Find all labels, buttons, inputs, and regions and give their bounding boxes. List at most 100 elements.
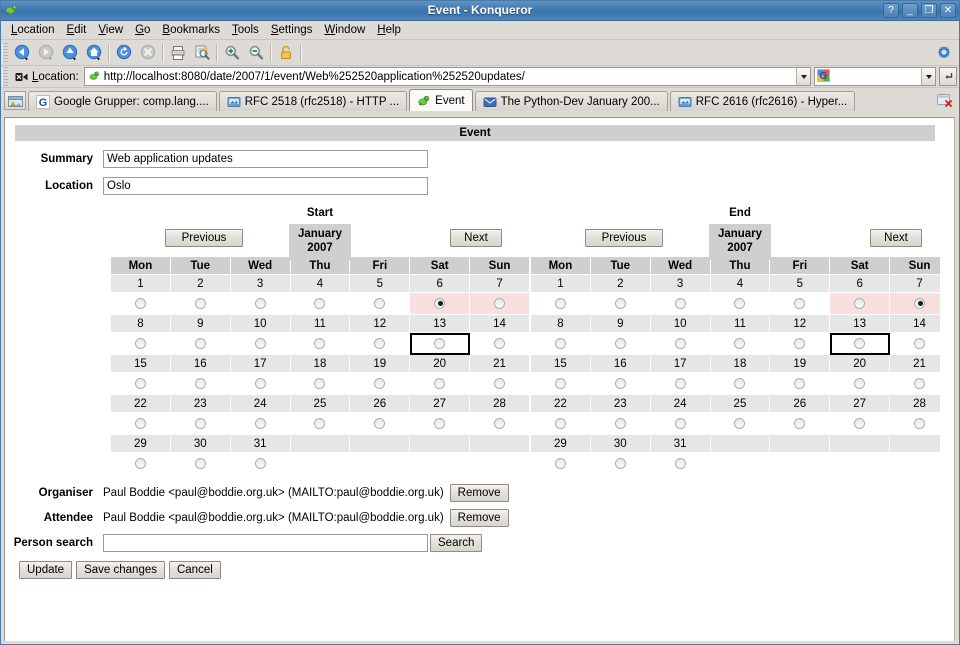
day-radio-11[interactable]	[314, 338, 325, 349]
day-radio-30[interactable]	[195, 458, 206, 469]
zoom-in-icon[interactable]	[220, 41, 244, 65]
location-input[interactable]: Oslo	[103, 177, 428, 195]
locationbar-grip[interactable]	[2, 67, 8, 87]
day-radio-15[interactable]	[555, 378, 566, 389]
day-radio-26[interactable]	[374, 418, 385, 429]
calendar-day-radio-cell[interactable]	[710, 373, 770, 395]
calendar-day-radio-cell[interactable]	[890, 333, 940, 355]
day-radio-11[interactable]	[734, 338, 745, 349]
calendar-day-radio-cell[interactable]	[170, 333, 230, 355]
calendar-day-radio-cell[interactable]	[830, 373, 890, 395]
calendar-day-radio-cell[interactable]	[590, 413, 650, 435]
configure-icon[interactable]	[933, 42, 955, 64]
day-radio-16[interactable]	[195, 378, 206, 389]
menu-window[interactable]: Window	[318, 22, 371, 38]
day-radio-9[interactable]	[195, 338, 206, 349]
calendar-day-radio-cell[interactable]	[170, 293, 230, 315]
calendar-day-radio-cell[interactable]	[410, 373, 470, 395]
update-button[interactable]: Update	[19, 561, 72, 579]
day-radio-26[interactable]	[794, 418, 805, 429]
calendar-day-radio-cell[interactable]	[111, 413, 171, 435]
day-radio-25[interactable]	[734, 418, 745, 429]
tab-event[interactable]: Event	[409, 89, 472, 111]
day-radio-2[interactable]	[615, 298, 626, 309]
up-icon[interactable]	[58, 41, 82, 65]
calendar-day-radio-cell[interactable]	[770, 333, 830, 355]
calendar-day-radio-cell[interactable]	[770, 293, 830, 315]
menu-go[interactable]: Go	[129, 22, 156, 38]
day-radio-9[interactable]	[615, 338, 626, 349]
calendar-day-radio-cell[interactable]	[350, 413, 410, 435]
day-radio-8[interactable]	[555, 338, 566, 349]
calendar-day-radio-cell[interactable]	[590, 333, 650, 355]
day-radio-3[interactable]	[675, 298, 686, 309]
url-dropdown-arrow[interactable]	[796, 68, 810, 85]
menu-tools[interactable]: Tools	[226, 22, 265, 38]
day-radio-14[interactable]	[914, 338, 925, 349]
url-combobox[interactable]: http://localhost:8080/date/2007/1/event/…	[84, 67, 811, 86]
calendar-day-radio-cell[interactable]	[230, 453, 290, 475]
calendar-day-radio-cell[interactable]	[710, 333, 770, 355]
menu-view[interactable]: View	[92, 22, 129, 38]
search-dropdown-arrow[interactable]	[921, 68, 935, 85]
day-radio-14[interactable]	[494, 338, 505, 349]
calendar-day-radio-cell[interactable]	[290, 413, 350, 435]
day-radio-6[interactable]	[854, 298, 865, 309]
day-radio-28[interactable]	[494, 418, 505, 429]
day-radio-27[interactable]	[854, 418, 865, 429]
minimize-button[interactable]: _	[902, 3, 918, 18]
calendar-day-radio-cell[interactable]	[590, 453, 650, 475]
person-search-button[interactable]: Search	[430, 534, 482, 552]
calendar-day-radio-cell[interactable]	[531, 333, 591, 355]
day-radio-29[interactable]	[555, 458, 566, 469]
stop-icon[interactable]	[136, 41, 160, 65]
day-radio-25[interactable]	[314, 418, 325, 429]
day-radio-20[interactable]	[854, 378, 865, 389]
day-radio-18[interactable]	[314, 378, 325, 389]
day-radio-10[interactable]	[255, 338, 266, 349]
calendar-day-radio-cell[interactable]	[350, 373, 410, 395]
day-radio-20[interactable]	[434, 378, 445, 389]
menu-bookmarks[interactable]: Bookmarks	[156, 22, 226, 38]
print-icon[interactable]	[166, 41, 190, 65]
lock-icon[interactable]	[274, 41, 298, 65]
calendar-day-radio-cell[interactable]	[230, 293, 290, 315]
organiser-remove-button[interactable]: Remove	[450, 484, 509, 502]
clear-location-icon[interactable]	[14, 70, 28, 84]
home-icon[interactable]	[82, 41, 106, 65]
vertical-scrollbar[interactable]	[954, 117, 959, 643]
calendar-day-radio-cell[interactable]	[531, 373, 591, 395]
save-changes-button[interactable]: Save changes	[76, 561, 165, 579]
person-search-input[interactable]	[103, 534, 428, 552]
day-radio-7[interactable]	[494, 298, 505, 309]
day-radio-17[interactable]	[675, 378, 686, 389]
day-radio-13[interactable]	[434, 338, 445, 349]
day-radio-15[interactable]	[135, 378, 146, 389]
maximize-button[interactable]: ❐	[921, 3, 937, 18]
calendar-day-radio-cell[interactable]	[650, 453, 710, 475]
calendar-day-radio-cell[interactable]	[470, 333, 530, 355]
day-radio-10[interactable]	[675, 338, 686, 349]
calendar-day-radio-cell[interactable]	[710, 293, 770, 315]
cancel-button[interactable]: Cancel	[169, 561, 221, 579]
day-radio-3[interactable]	[255, 298, 266, 309]
calendar-day-radio-cell[interactable]	[770, 373, 830, 395]
day-radio-2[interactable]	[195, 298, 206, 309]
calendar-day-radio-cell[interactable]	[410, 293, 470, 315]
back-icon[interactable]	[10, 41, 34, 65]
search-combobox[interactable]: G	[814, 67, 936, 86]
tab-rfc2518[interactable]: RFC 2518 (rfc2518) - HTTP ...	[219, 91, 407, 111]
attendee-remove-button[interactable]: Remove	[450, 509, 509, 527]
day-radio-21[interactable]	[494, 378, 505, 389]
day-radio-6[interactable]	[434, 298, 445, 309]
calendar-day-radio-cell[interactable]	[890, 413, 940, 435]
calendar-day-radio-cell[interactable]	[710, 413, 770, 435]
calendar-day-radio-cell[interactable]	[470, 413, 530, 435]
day-radio-12[interactable]	[374, 338, 385, 349]
day-radio-5[interactable]	[374, 298, 385, 309]
day-radio-16[interactable]	[615, 378, 626, 389]
calendar-day-radio-cell[interactable]	[170, 453, 230, 475]
calendar-day-radio-cell[interactable]	[830, 333, 890, 355]
day-radio-30[interactable]	[615, 458, 626, 469]
day-radio-24[interactable]	[255, 418, 266, 429]
